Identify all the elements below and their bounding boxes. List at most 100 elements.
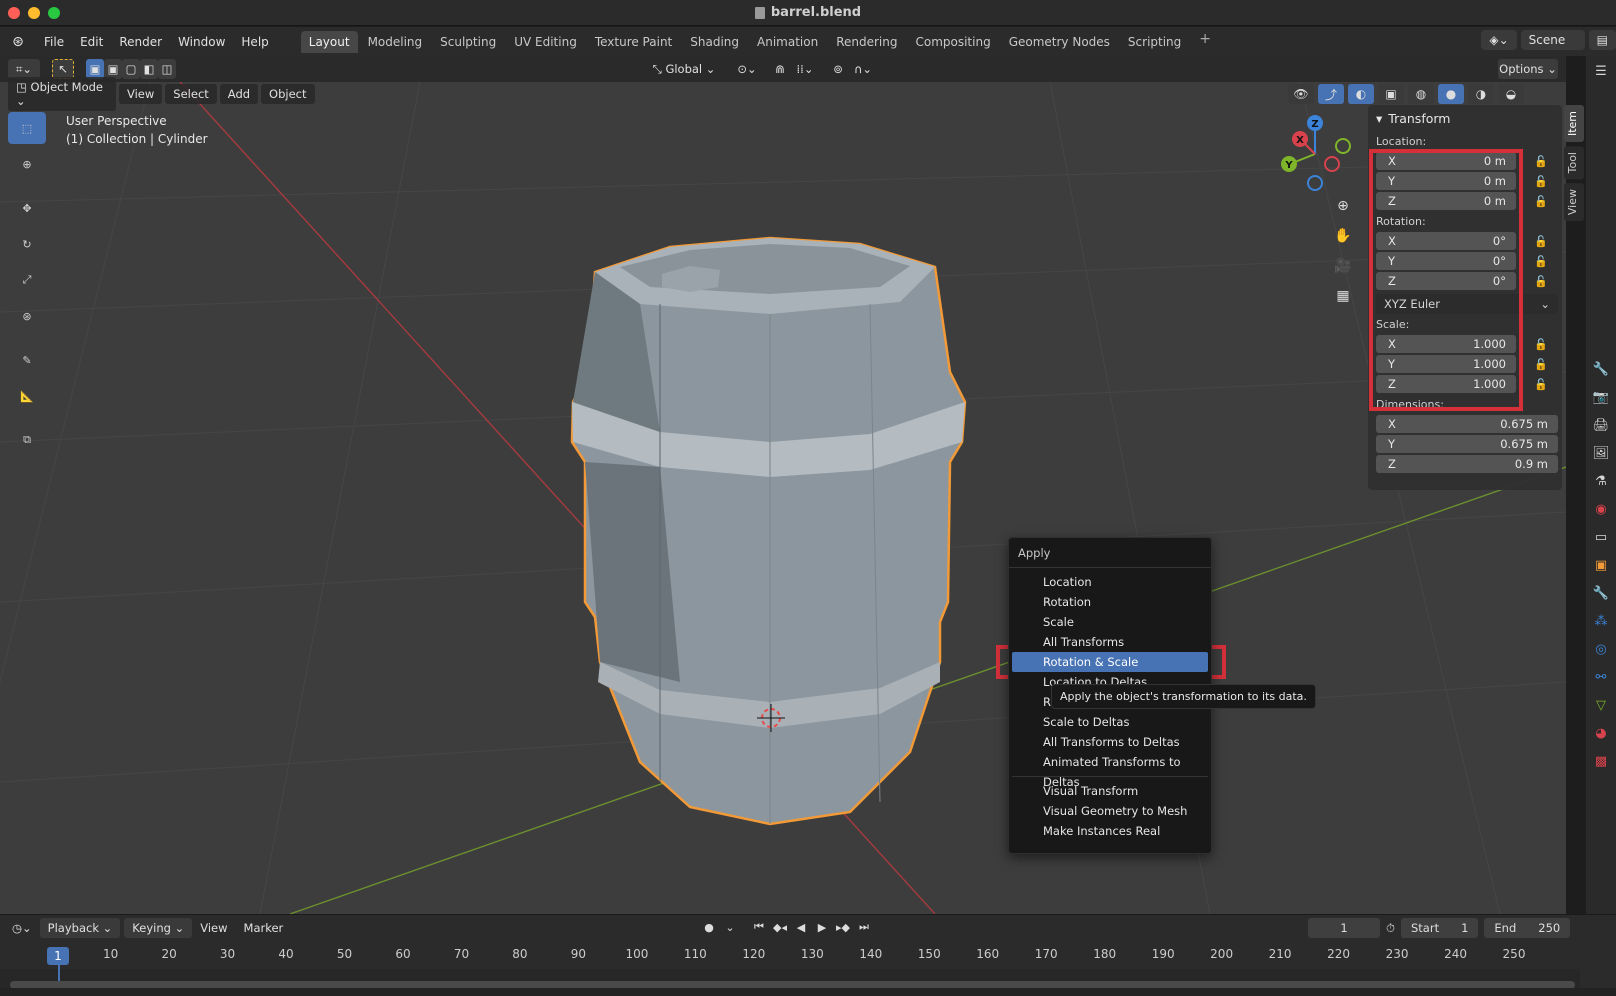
tab-scripting[interactable]: Scripting [1120, 31, 1189, 53]
particle-properties-icon[interactable]: ⁂ [1590, 610, 1612, 632]
timeline-ruler[interactable]: 10 20 30 40 50 60 70 80 90 100 110 120 130 140 150 160 1… [0, 945, 1580, 965]
lock-icon[interactable]: 🔓 [1530, 235, 1552, 248]
lock-icon[interactable]: 🔓 [1530, 378, 1552, 391]
tab-compositing[interactable]: Compositing [907, 31, 998, 53]
output-properties-icon[interactable]: 🖨 [1590, 414, 1612, 436]
jump-end-icon[interactable]: ⏭ [855, 918, 873, 936]
data-properties-icon[interactable]: ▽ [1590, 694, 1612, 716]
move-tool-icon[interactable]: ✥ [8, 192, 46, 224]
record-options-icon[interactable]: ⌄ [721, 918, 739, 936]
tab-layout[interactable]: Layout [300, 30, 358, 53]
blender-logo-icon[interactable]: ⊛ [0, 34, 36, 50]
playback-menu[interactable]: Playback ⌄ [39, 918, 121, 938]
constraint-properties-icon[interactable]: ⚯ [1590, 666, 1612, 688]
lock-icon[interactable]: 🔓 [1530, 275, 1552, 288]
current-frame-field[interactable]: 1 [1308, 918, 1380, 938]
jump-start-icon[interactable]: ⏮ [750, 918, 768, 936]
select-mode-invert-icon[interactable]: ◧ [140, 59, 158, 79]
rotation-mode-dropdown[interactable]: XYZ Euler ⌄ [1376, 294, 1558, 314]
viewport-menu-add[interactable]: Add [219, 84, 259, 104]
add-workspace-button[interactable]: + [1191, 31, 1219, 53]
perspective-grid-icon[interactable]: ▦ [1330, 284, 1356, 308]
timeline-editor-type-icon[interactable]: ◷⌄ [4, 921, 40, 935]
pan-hand-icon[interactable]: ✋ [1330, 224, 1356, 248]
location-y-field[interactable]: Y 0 m [1376, 172, 1516, 190]
transform-panel-header[interactable]: ▾ Transform [1368, 105, 1562, 131]
menu-help[interactable]: Help [233, 35, 276, 49]
menu-render[interactable]: Render [111, 35, 170, 49]
rotation-z-field[interactable]: Z 0° [1376, 272, 1516, 290]
select-mode-extend-icon[interactable]: ▣ [104, 59, 122, 79]
start-frame-field[interactable]: Start 1 [1400, 918, 1479, 938]
annotate-tool-icon[interactable]: ✎ [8, 344, 46, 376]
lock-icon[interactable]: 🔓 [1530, 175, 1552, 188]
record-icon[interactable]: ● [700, 918, 718, 936]
visibility-eye-icon[interactable]: 👁 [1288, 84, 1314, 104]
tab-animation[interactable]: Animation [749, 31, 826, 53]
options-dropdown[interactable]: Options ⌄ [1498, 59, 1558, 79]
menu-item-rotation[interactable]: Rotation [1012, 592, 1208, 612]
overlays-toggle-icon[interactable]: ◐ [1348, 84, 1374, 104]
tab-rendering[interactable]: Rendering [828, 31, 905, 53]
view-layer-properties-icon[interactable]: 🖼 [1590, 442, 1612, 464]
menu-item-location[interactable]: Location [1012, 572, 1208, 592]
material-shading-icon[interactable]: ◑ [1468, 84, 1494, 104]
object-mode-dropdown[interactable]: ◳ Object Mode ⌄ [8, 77, 116, 111]
rendered-shading-icon[interactable]: ◒ [1498, 84, 1524, 104]
location-z-field[interactable]: Z 0 m [1376, 192, 1516, 210]
scale-z-field[interactable]: Z 1.000 [1376, 375, 1516, 393]
sidebar-tab-view[interactable]: View [1564, 183, 1584, 222]
snap-target-dropdown[interactable]: ⁞⁞⌄ [790, 59, 820, 79]
measure-tool-icon[interactable]: 📐 [8, 380, 46, 412]
dimension-y-field[interactable]: Y 0.675 m [1376, 435, 1558, 453]
marker-menu[interactable]: Marker [236, 921, 292, 935]
rotate-tool-icon[interactable]: ↻ [8, 228, 46, 260]
tab-uv-editing[interactable]: UV Editing [506, 31, 585, 53]
zoom-icon[interactable]: ⊕ [1330, 194, 1356, 218]
barrel-mesh[interactable] [570, 236, 967, 826]
keying-menu[interactable]: Keying ⌄ [124, 918, 193, 938]
3d-viewport[interactable]: User Perspective (1) Collection | Cylind… [0, 82, 1566, 914]
close-window-button[interactable] [8, 7, 20, 19]
scale-x-field[interactable]: X 1.000 [1376, 335, 1516, 353]
select-mode-subtract-icon[interactable]: ▢ [122, 59, 140, 79]
menu-window[interactable]: Window [170, 35, 233, 49]
collection-properties-icon[interactable]: ▭ [1590, 526, 1612, 548]
proportional-falloff-icon[interactable]: ∩⌄ [848, 59, 878, 79]
menu-item-animated-transforms-to-deltas[interactable]: Animated Transforms to Deltas [1012, 752, 1208, 789]
lock-icon[interactable]: 🔓 [1530, 155, 1552, 168]
pivot-point-dropdown[interactable]: ⊙⌄ [730, 59, 764, 79]
menu-item-rotation-scale[interactable]: Rotation & Scale [1012, 652, 1208, 672]
physics-properties-icon[interactable]: ◎ [1590, 638, 1612, 660]
view-layer-icon[interactable]: ▤ [1588, 30, 1616, 50]
tool-properties-icon[interactable]: 🔧 [1590, 358, 1612, 380]
scene-browse-button[interactable]: ◈⌄ [1481, 30, 1517, 50]
transform-orientation-dropdown[interactable]: ⤡ Global ⌄ [646, 59, 722, 79]
tab-geometry-nodes[interactable]: Geometry Nodes [1001, 31, 1118, 53]
lock-icon[interactable]: 🔓 [1530, 358, 1552, 371]
proportional-edit-icon[interactable]: ⊚ [828, 59, 848, 79]
play-reverse-icon[interactable]: ◀ [792, 918, 810, 936]
play-icon[interactable]: ▶ [813, 918, 831, 936]
editor-type-button[interactable]: ⌗⌄ [8, 59, 40, 79]
solid-shading-icon[interactable]: ● [1438, 84, 1464, 104]
gizmo-toggle-icon[interactable]: ⤴ [1318, 84, 1344, 104]
minimize-window-button[interactable] [28, 7, 40, 19]
transform-tool-icon[interactable]: ⊛ [8, 300, 46, 332]
rotation-x-field[interactable]: X 0° [1376, 232, 1516, 250]
menu-item-all-transforms-to-deltas[interactable]: All Transforms to Deltas [1012, 732, 1208, 752]
select-tool-icon[interactable]: ↖ [52, 59, 74, 79]
stopwatch-icon[interactable]: ⏱ [1386, 921, 1395, 936]
properties-editor-type-icon[interactable]: ☰ [1590, 60, 1612, 82]
menu-edit[interactable]: Edit [72, 35, 111, 49]
lock-icon[interactable]: 🔓 [1530, 338, 1552, 351]
menu-item-all-transforms[interactable]: All Transforms [1012, 632, 1208, 652]
tab-texture-paint[interactable]: Texture Paint [587, 31, 680, 53]
dimension-z-field[interactable]: Z 0.9 m [1376, 455, 1558, 473]
object-properties-icon[interactable]: ▣ [1590, 554, 1612, 576]
dimension-x-field[interactable]: X 0.675 m [1376, 415, 1558, 433]
xray-toggle-icon[interactable]: ▣ [1378, 84, 1404, 104]
texture-properties-icon[interactable]: ▩ [1590, 750, 1612, 772]
add-cube-tool-icon[interactable]: ⧉ [8, 424, 46, 456]
navigation-gizmo[interactable]: Z Y X [1280, 112, 1360, 192]
